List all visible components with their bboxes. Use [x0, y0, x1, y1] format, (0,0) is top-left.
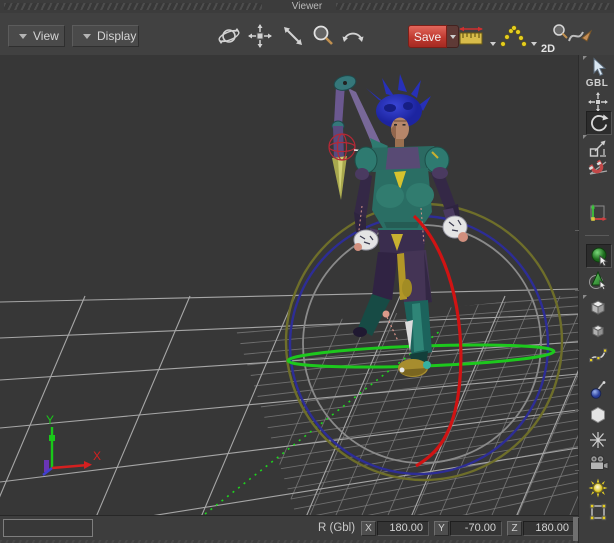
measure-dropdown-icon[interactable] [488, 39, 498, 49]
corner-grip[interactable] [573, 517, 578, 541]
camera-object-icon[interactable] [586, 452, 610, 474]
chevron-down-icon [449, 34, 456, 39]
cube-primitive-icon[interactable] [586, 296, 610, 318]
snap-tool-icon[interactable] [586, 156, 610, 178]
display-menu-button[interactable]: Display [72, 25, 139, 47]
axis-z-value[interactable]: 180.00 [523, 521, 575, 536]
save-button-label: Save [413, 30, 442, 44]
spline-tool-icon[interactable] [586, 344, 610, 366]
axes-display-icon[interactable] [586, 202, 610, 224]
rotate-tool-icon[interactable] [586, 111, 612, 135]
chevron-down-icon [19, 33, 27, 39]
measure-tool-icon[interactable] [457, 22, 485, 50]
null-object-icon[interactable] [586, 429, 610, 451]
save-button[interactable]: Save [408, 25, 447, 48]
status-bar: R (Gbl) X 180.00 Y -70.00 Z 180.00 [0, 515, 578, 543]
transform-mode-label: R (Gbl) [318, 522, 356, 534]
translate-tool-icon[interactable] [586, 91, 610, 113]
chevron-down-icon [83, 33, 91, 39]
marker-object-icon[interactable] [586, 501, 610, 523]
curve-keys-tool-icon[interactable] [499, 22, 527, 50]
joint-tool-icon[interactable] [586, 379, 610, 401]
tool-sidebar: GBL [575, 55, 614, 543]
magnifier-icon[interactable] [309, 22, 337, 50]
sidebar-divider [585, 235, 609, 236]
select-tool-icon[interactable] [586, 56, 610, 78]
light-object-icon[interactable] [586, 477, 610, 499]
display-menu-label: Display [97, 29, 137, 43]
view-menu-label: View [33, 29, 59, 43]
gbl-mode-label[interactable]: GBL [579, 78, 614, 89]
pan-camera-icon[interactable] [246, 22, 274, 50]
toolbar: View Display Save 2D [0, 13, 614, 57]
axis-y-value[interactable]: -70.00 [450, 521, 502, 536]
chevron-down-icon [531, 42, 537, 46]
scene-canvas: Y X [0, 74, 578, 515]
gizmo-y-label: Y [46, 413, 54, 427]
curve-keys-dropdown-icon[interactable] [529, 39, 539, 49]
roll-camera-icon[interactable] [339, 22, 367, 50]
chevron-down-icon [490, 42, 496, 46]
status-input[interactable] [3, 519, 93, 537]
floor-grid [0, 288, 578, 515]
select-by-shape-icon[interactable] [586, 269, 610, 291]
axis-y-button[interactable]: Y [434, 521, 449, 536]
orbit-camera-icon[interactable] [215, 22, 243, 50]
2d-zoom-label: 2D [541, 43, 556, 55]
polygon-primitive-icon[interactable] [586, 404, 610, 426]
axis-z-button[interactable]: Z [507, 521, 522, 536]
axis-gizmo: Y X [42, 413, 101, 476]
window-title: Viewer [291, 1, 323, 12]
gizmo-x-label: X [93, 449, 101, 463]
select-by-model-icon[interactable] [586, 244, 612, 268]
viewer-window: Viewer View Display Save 2D Y X GBL R (G… [0, 0, 614, 543]
viewport-3d[interactable]: Y X Producer Perspective Clip_Run_Loop.f… [0, 55, 578, 543]
axis-x-button[interactable]: X [361, 521, 376, 536]
view-menu-button[interactable]: View [8, 25, 65, 47]
pen-annotate-icon[interactable] [565, 22, 593, 50]
title-bar[interactable]: Viewer [0, 0, 614, 13]
axis-x-value[interactable]: 180.00 [377, 521, 429, 536]
cube-primitive-2-icon[interactable] [586, 319, 610, 341]
zoom-camera-icon[interactable] [279, 22, 307, 50]
